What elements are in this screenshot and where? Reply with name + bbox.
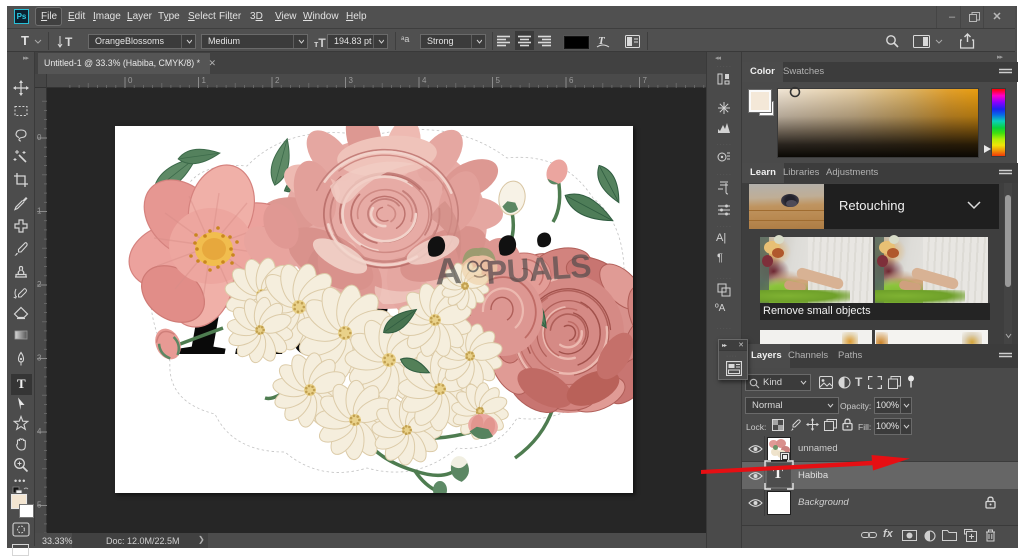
svg-text:7: 7 [643,76,648,85]
svg-text:6: 6 [569,76,574,85]
svg-text:A: A [433,250,463,293]
svg-text:3: 3 [37,354,42,363]
svg-text:5: 5 [496,76,501,85]
svg-text:1: 1 [202,76,207,85]
svg-text:2: 2 [275,76,280,85]
svg-text:2: 2 [37,280,42,289]
svg-text:1: 1 [37,207,42,216]
svg-text:PUALS: PUALS [485,247,592,291]
svg-text:0: 0 [37,133,42,142]
svg-text:5: 5 [37,501,42,510]
svg-text:4: 4 [37,427,42,436]
svg-text:0: 0 [128,76,133,85]
svg-text:3: 3 [349,76,354,85]
svg-text:4: 4 [422,76,427,85]
svg-text:T: T [65,35,73,49]
